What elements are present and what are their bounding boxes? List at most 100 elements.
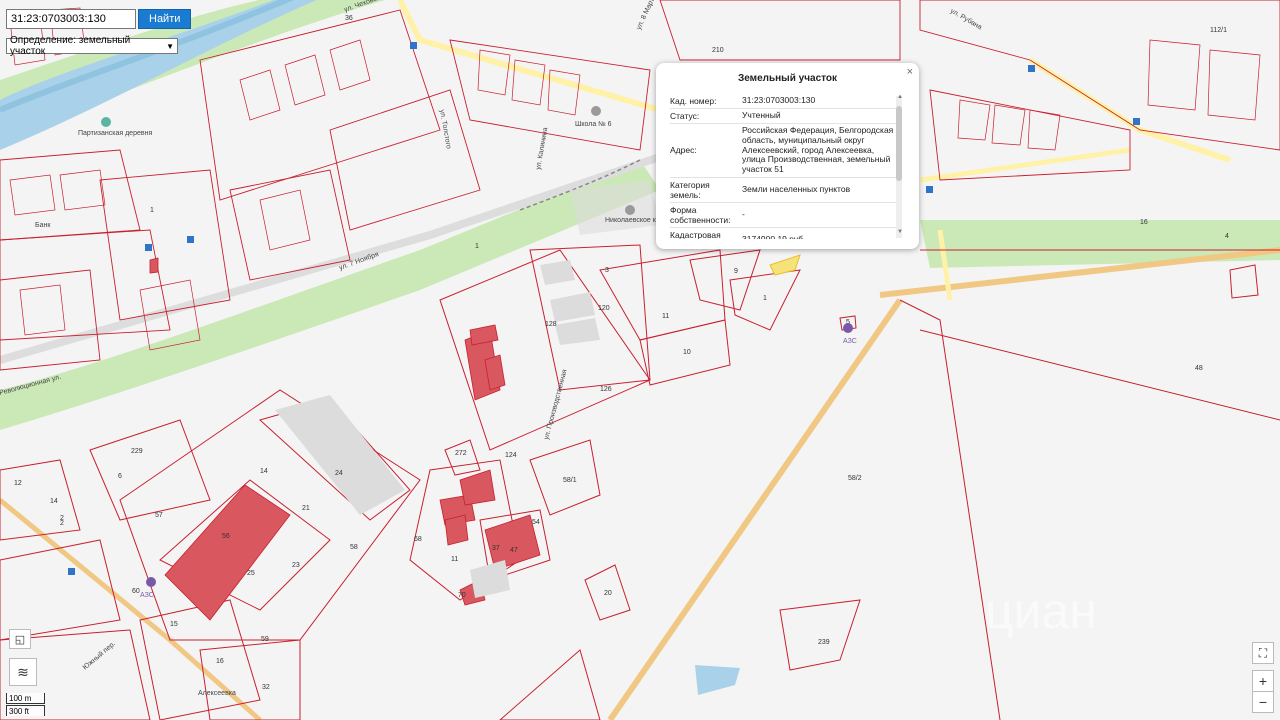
parcel-number-label: 126 [600, 386, 612, 393]
parcel-number-label: 25 [247, 570, 255, 577]
cemetery-marker-icon[interactable] [625, 205, 635, 215]
popup-row-value: Учтенный [742, 110, 781, 121]
parcel-number-label: 60 [132, 588, 140, 595]
definition-select-value: Определение: земельный участок [10, 35, 131, 57]
parcel-number-label: 16 [216, 658, 224, 665]
gas-station-label-1: АЗС [843, 338, 857, 345]
parcel-number-label: 20 [604, 590, 612, 597]
scroll-down-icon[interactable]: ▼ [897, 229, 903, 235]
city-area-label: Алексеевка [198, 690, 236, 697]
gas-station-label-2: АЗС [140, 592, 154, 599]
ruler-tool-button[interactable]: ◱ [9, 629, 31, 649]
layers-icon: ≋ [17, 663, 29, 680]
layers-button[interactable]: ≋ [9, 658, 37, 686]
parcel-number-label: 4 [1225, 233, 1229, 240]
parcel-number-label: 68 [414, 536, 422, 543]
school-label: Школа № 6 [575, 121, 612, 128]
parcel-number-label: 229 [131, 448, 143, 455]
minus-icon: − [1258, 694, 1268, 710]
gas-station-icon[interactable] [843, 323, 853, 333]
popup-scrollbar[interactable] [896, 96, 902, 238]
parcel-number-label: 11 [451, 556, 458, 563]
ruler-icon: ◱ [14, 633, 26, 646]
popup-row-label: Форма собственности: [670, 204, 731, 225]
close-icon[interactable]: × [907, 66, 913, 78]
popup-row: Кадастровая стоимость: 3174900.19 руб [670, 228, 896, 239]
popup-row-label: Адрес: [670, 145, 697, 156]
popup-row-value: 3174900.19 руб [742, 233, 804, 239]
bus-stop-icon-7 [145, 244, 152, 251]
popup-row-value: Земли населенных пунктов [742, 183, 851, 194]
parcel-number-label: 37 [492, 545, 500, 552]
fullscreen-icon: ⛶ [1258, 645, 1268, 660]
parcel-number-label: 128 [545, 321, 557, 328]
parcel-number-label: 58/2 [848, 475, 862, 482]
parcel-number-label: 59 [261, 636, 269, 643]
park-label: Партизанская деревня [78, 130, 152, 137]
popup-row-value: 31:23:0703003:130 [742, 95, 816, 106]
parcel-number-label: 14 [50, 498, 58, 505]
bus-stop-icon-4 [1133, 118, 1140, 125]
plus-icon: + [1258, 673, 1268, 689]
popup-row-label: Кадастровая стоимость: [670, 229, 721, 239]
park-marker-icon[interactable] [101, 117, 111, 127]
popup-row-value: - [742, 208, 745, 219]
popup-row-label: Категория земель: [670, 179, 710, 200]
parcel-number-label: 9 [734, 268, 738, 275]
bus-stop-icon [187, 236, 194, 243]
parcel-number-label: 1 [150, 207, 154, 214]
fullscreen-button[interactable]: ⛶ [1252, 642, 1274, 664]
search-input[interactable] [6, 9, 136, 29]
parcel-number-label: 2 [60, 520, 64, 527]
zoom-out-button[interactable]: − [1252, 691, 1274, 713]
parcel-number-label: 15 [170, 621, 178, 628]
search-bar: Найти [6, 9, 192, 29]
parcel-number-label: 10 [683, 349, 691, 356]
bus-stop-icon-2 [410, 42, 417, 49]
parcel-number-label: 48 [1195, 365, 1203, 372]
parcel-number-label: 6 [118, 473, 122, 480]
parcel-number-label: 24 [335, 470, 343, 477]
parcel-number-label: 21 [302, 505, 310, 512]
parcel-number-label: 57 [155, 512, 163, 519]
parcel-number-label: 1 [475, 243, 479, 250]
popup-row: Форма собственности: - [670, 203, 896, 228]
definition-select[interactable]: Определение: земельный участок ▼ [6, 35, 178, 57]
parcel-number-label: 210 [712, 47, 724, 54]
parcel-number-label: 58 [350, 544, 358, 551]
parcel-number-label: 120 [598, 305, 610, 312]
parcel-number-label: 272 [455, 450, 467, 457]
popup-row: Кад. номер: 31:23:0703003:130 [670, 94, 896, 109]
parcel-info-popup: Земельный участок × Кад. номер: 31:23:070… [656, 63, 919, 249]
scale-metric: 100 m [6, 693, 45, 704]
parcel-number-label: 239 [818, 639, 830, 646]
school-marker-icon[interactable] [591, 106, 601, 116]
parcel-number-label: 36 [345, 15, 353, 22]
bank-label: Банк [35, 222, 51, 229]
popup-row: Категория земель: Земли населенных пункто… [670, 178, 896, 203]
parcel-number-label: 11 [662, 313, 669, 320]
parcel-number-label: 16 [1140, 219, 1148, 226]
gas-station-icon-2[interactable] [146, 577, 156, 587]
scroll-up-icon[interactable]: ▲ [897, 94, 903, 100]
popup-row-label: Статус: [670, 111, 700, 121]
scale-bar: 100 m 300 ft [6, 693, 45, 719]
chevron-down-icon: ▼ [166, 41, 174, 51]
parcel-number-label: 54 [532, 519, 540, 526]
parcel-number-label: 70 [458, 592, 466, 599]
parcel-number-label: 3 [605, 267, 609, 274]
popup-title: Земельный участок [737, 73, 838, 84]
bus-stop-icon-5 [926, 186, 933, 193]
search-button[interactable]: Найти [138, 9, 192, 29]
parcel-number-label: 32 [262, 684, 270, 691]
parcel-number-label: 56 [222, 533, 230, 540]
bus-stop-icon-6 [68, 568, 75, 575]
cadastral-map[interactable]: Партизанская деревня Школа № 6 Николаевс… [0, 0, 1280, 720]
parcel-number-label: 23 [292, 562, 300, 569]
popup-row: Статус: Учтенный [670, 109, 896, 124]
zoom-in-button[interactable]: + [1252, 670, 1274, 692]
popup-body[interactable]: Кад. номер: 31:23:0703003:130 Статус: Учтен… [670, 94, 896, 239]
popup-row-value: Российская Федерация, Белгородская облас… [742, 125, 894, 175]
parcel-number-label: 1 [763, 295, 767, 302]
popup-scrollbar-thumb[interactable] [896, 106, 902, 181]
